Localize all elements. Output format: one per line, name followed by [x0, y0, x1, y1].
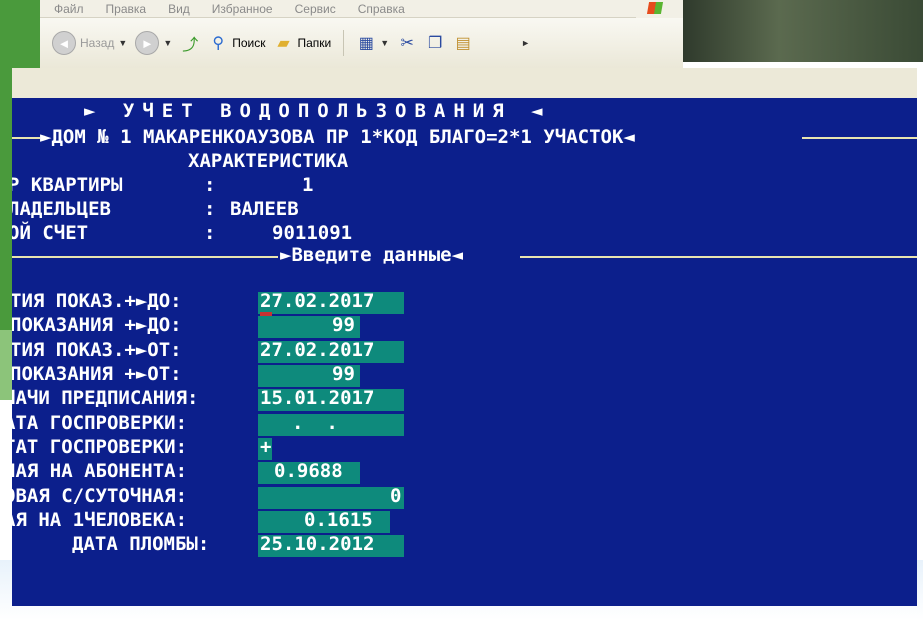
back-arrow-icon: ◄: [52, 31, 76, 55]
menu-edit[interactable]: Правка: [106, 2, 147, 16]
screen-title: ► УЧЕТ ВОДОПОЛЬЗОВАНИЯ ◄: [84, 100, 551, 122]
field-label: ТИЯ ПОКАЗ.+►ДО:: [12, 290, 182, 312]
info-label-account: ОЙ СЧЕТ: [12, 222, 89, 244]
header-rule-left: [12, 137, 40, 139]
menu-bar: Файл Правка Вид Избранное Сервис Справка: [40, 0, 636, 18]
field-value: 25.10.2012: [260, 533, 375, 555]
back-button[interactable]: ◄ Назад ▼: [52, 31, 127, 55]
views-dropdown-icon[interactable]: ▼: [380, 38, 389, 48]
menu-tools[interactable]: Сервис: [295, 2, 336, 16]
back-label: Назад: [80, 36, 115, 50]
info-value-apartment: 1: [302, 174, 314, 196]
search-button[interactable]: ⚲ Поиск: [208, 33, 265, 53]
field-value: 99: [332, 363, 355, 385]
info-label-apartment: Р КВАРТИРЫ: [12, 174, 123, 196]
field-label: ДАТА ПЛОМБЫ:: [72, 533, 210, 555]
field-label: АТА ГОСПРОВЕРКИ:: [12, 412, 188, 434]
paste-icon[interactable]: ▤: [453, 33, 473, 53]
dos-console-screen: ► УЧЕТ ВОДОПОЛЬЗОВАНИЯ ◄ ►ДОМ № 1 МАКАРЕ…: [12, 98, 917, 606]
field-label: ТИЯ ПОКАЗ.+►ОТ:: [12, 339, 182, 361]
views-grid-icon: ▦: [358, 35, 374, 52]
views-button[interactable]: ▦ ▼: [356, 33, 389, 53]
toolbar-more-icon[interactable]: ►: [521, 38, 530, 48]
folder-icon: ▰: [277, 35, 290, 52]
info-label-owner: ЛАДЕЛЬЦЕВ: [12, 198, 111, 220]
address-bar-area: [12, 68, 917, 99]
background-photo: [683, 0, 923, 62]
prompt-rule-left: [12, 256, 278, 258]
cut-icon[interactable]: ✂: [397, 33, 417, 53]
search-label: Поиск: [232, 36, 266, 50]
windows-flag-icon: [646, 2, 664, 14]
field-value: 27.02.2017: [260, 339, 375, 361]
field-value: +: [260, 436, 272, 458]
input-prompt: ►Введите данные◄: [280, 244, 464, 266]
field-value: . .: [292, 412, 338, 434]
back-dropdown-icon[interactable]: ▼: [118, 38, 127, 48]
header-rule-right: [802, 137, 917, 139]
menu-help[interactable]: Справка: [358, 2, 405, 16]
folders-button[interactable]: ▰ Папки: [274, 33, 332, 53]
field-label: НАЯ НА АБОНЕНТА:: [12, 460, 188, 482]
up-folder-icon[interactable]: ⤴: [180, 33, 200, 54]
info-sep-apartment: :: [204, 174, 216, 196]
field-label: АЯ НА 1ЧЕЛОВЕКА:: [12, 509, 188, 531]
menu-view[interactable]: Вид: [168, 2, 190, 16]
info-value-account: 9011091: [272, 222, 353, 244]
field-label: ТАТ ГОСПРОВЕРКИ:: [12, 436, 188, 458]
section-title: ХАРАКТЕРИСТИКА: [188, 150, 349, 172]
field-value: 15.01.2017: [260, 387, 375, 409]
field-label: ПОКАЗАНИЯ +►ДО:: [12, 314, 182, 336]
house-header: ►ДОМ № 1 МАКАРЕНКОАУЗОВА ПР 1*КОД БЛАГО=…: [40, 126, 635, 148]
menu-file[interactable]: Файл: [54, 2, 84, 16]
field-label: ОВАЯ С/СУТОЧНАЯ:: [12, 485, 188, 507]
field-value: 27.02.2017: [260, 290, 375, 312]
copy-icon[interactable]: ❐: [425, 33, 445, 53]
toolbar-separator: [343, 30, 345, 56]
field-value: 99: [332, 314, 355, 336]
windows-logo-area: [636, 0, 683, 18]
forward-arrow-icon: ►: [135, 31, 160, 55]
forward-button[interactable]: ► ▼: [135, 31, 172, 55]
field-value: 0.9688: [274, 460, 343, 482]
menu-favorites[interactable]: Избранное: [212, 2, 273, 16]
field-label: ПОКАЗАНИЯ +►ОТ:: [12, 363, 182, 385]
field-label: ЧАЧИ ПРЕДПИСАНИЯ:: [12, 387, 199, 409]
info-sep-owner: :: [204, 198, 216, 220]
field-input[interactable]: [258, 487, 404, 509]
folders-label: Папки: [297, 36, 332, 50]
forward-dropdown-icon[interactable]: ▼: [163, 38, 172, 48]
search-icon: ⚲: [212, 35, 225, 52]
field-value: 0.1615: [304, 509, 373, 531]
toolbar: ◄ Назад ▼ ► ▼ ⤴ ⚲ Поиск ▰ Папки ▦ ▼ ✂ ❐ …: [40, 18, 683, 68]
prompt-rule-right: [520, 256, 917, 258]
field-value: 0: [390, 485, 402, 507]
info-sep-account: :: [204, 222, 216, 244]
info-value-owner: ВАЛЕЕВ: [230, 198, 299, 220]
